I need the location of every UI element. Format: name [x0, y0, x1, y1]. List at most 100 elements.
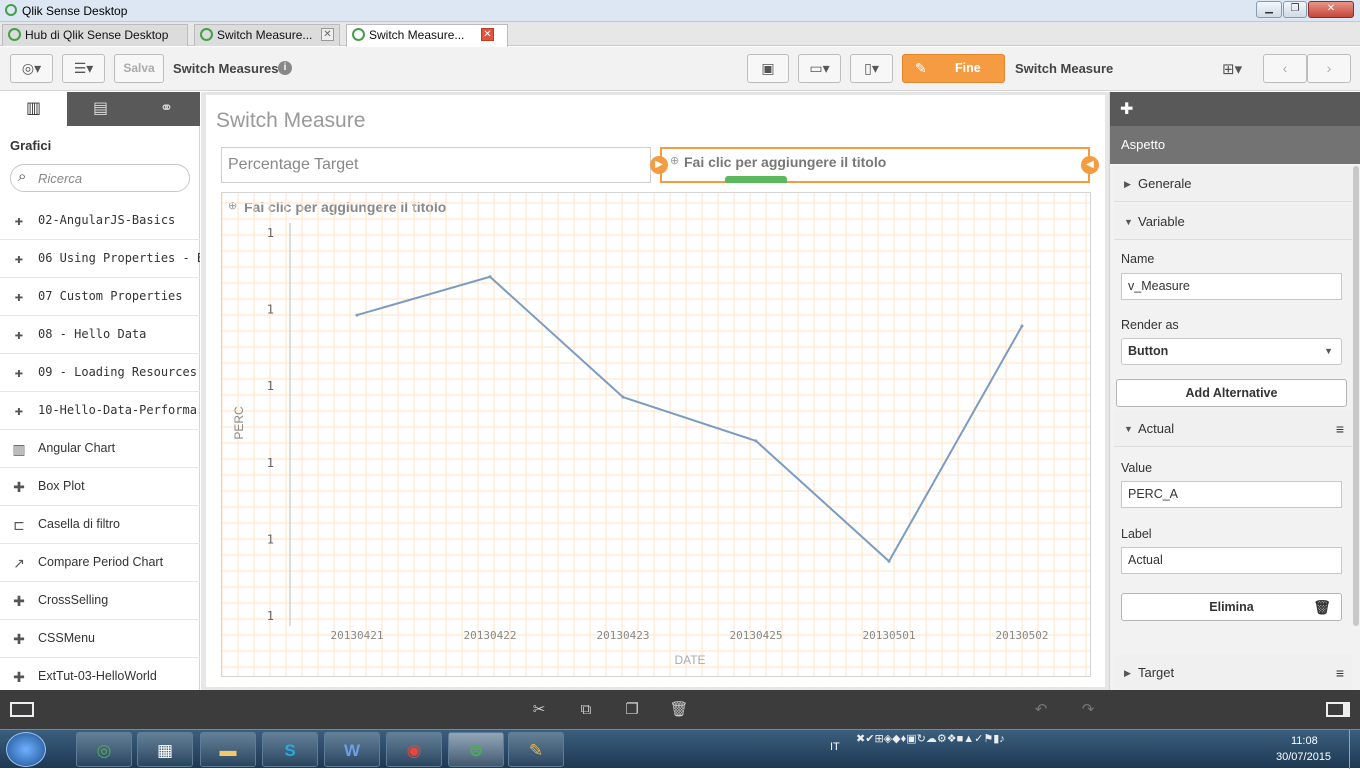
bookmarks-button[interactable]: ▯▾	[850, 54, 893, 83]
tab-fields[interactable]: ▤	[67, 92, 134, 126]
taskbar-media[interactable]: ▦	[137, 732, 193, 767]
tab-switch-measure-1[interactable]: Switch Measure... ✕	[194, 24, 340, 46]
start-button[interactable]	[6, 732, 46, 767]
minimize-button[interactable]: ▁	[1256, 1, 1282, 18]
data-point[interactable]	[488, 275, 492, 279]
object-title-placeholder[interactable]: Fai clic per aggiungere il titolo	[684, 154, 886, 170]
data-point[interactable]	[887, 559, 891, 563]
data-point[interactable]	[355, 313, 359, 317]
toggle-panel-right-icon[interactable]	[1326, 702, 1350, 717]
previous-sheet-button[interactable]: ‹	[1263, 54, 1307, 83]
cloud-icon[interactable]: ☁	[926, 733, 937, 745]
snapshot-button[interactable]: ▣	[747, 54, 789, 83]
volume-icon[interactable]: ♪	[999, 733, 1005, 745]
resize-handle-right-icon[interactable]: ◀	[1081, 156, 1099, 174]
line-chart-object[interactable]: ⊕ Fai clic per aggiungere il titolo 1111…	[221, 192, 1091, 677]
tab-master-items[interactable]: ⚭	[133, 92, 200, 126]
chart-list-item[interactable]: ▥ Angular Chart	[0, 430, 200, 468]
section-target[interactable]: ▶ Target ≡	[1114, 655, 1352, 691]
section-variable[interactable]: ▼ Variable	[1114, 204, 1352, 240]
tab-charts[interactable]: ▥	[0, 92, 67, 126]
chart-list-item[interactable]: ↗ Compare Period Chart	[0, 544, 200, 582]
taskbar-qlik-active[interactable]: ⊜	[448, 732, 504, 767]
show-desktop-button[interactable]	[1349, 730, 1360, 769]
maximize-button[interactable]: ❐	[1283, 1, 1307, 18]
taskbar-word[interactable]: W	[324, 732, 380, 767]
selected-extension-object[interactable]: ▶ ◀ ⊕ Fai clic per aggiungere il titolo	[650, 147, 1099, 183]
chart-list-item[interactable]: ✚ 06 Using Properties - Ba...	[0, 240, 200, 278]
taskbar-skype[interactable]: S	[262, 732, 318, 767]
add-alternative-button[interactable]: Add Alternative	[1116, 379, 1347, 407]
settings-icon[interactable]: ⚙	[937, 733, 947, 745]
chart-list-item[interactable]: ✚ CSSMenu	[0, 620, 200, 658]
search-input[interactable]: ⌕ Ricerca	[10, 164, 190, 192]
cut-icon[interactable]: ✂	[529, 700, 549, 720]
storytelling-button[interactable]: ▭▾	[798, 54, 841, 83]
save-button[interactable]: Salva	[114, 54, 164, 83]
taskbar-paint[interactable]: ✎	[508, 732, 564, 767]
qlik-icon	[352, 28, 365, 41]
section-actual[interactable]: ▼ Actual ≡	[1114, 411, 1352, 447]
chart-list-item[interactable]: ✚ 10-Hello-Data-Performa...	[0, 392, 200, 430]
next-sheet-button[interactable]: ›	[1307, 54, 1351, 83]
sheet-navigator-icon[interactable]: ⊞▾	[1222, 60, 1242, 78]
network-icon[interactable]: ◈	[884, 733, 892, 745]
switch-button-preview[interactable]	[725, 176, 787, 183]
close-tab-icon[interactable]: ✕	[321, 28, 334, 41]
monitor-icon[interactable]: ▣	[906, 733, 916, 745]
drive-icon[interactable]: ▲	[963, 733, 974, 745]
drag-handle-icon[interactable]: ≡	[1336, 411, 1344, 447]
windows-icon[interactable]: ⊞	[874, 733, 883, 745]
copy-icon[interactable]: ⧉	[576, 700, 596, 720]
app-icon[interactable]: ◆	[892, 733, 900, 745]
data-point[interactable]	[754, 439, 758, 443]
qlik-icon	[8, 28, 21, 41]
render-as-select[interactable]: Button ▼	[1121, 338, 1342, 365]
redo-icon[interactable]: ↷	[1078, 700, 1098, 720]
paste-icon[interactable]: ❐	[622, 700, 642, 720]
sheet-title[interactable]: Switch Measure	[216, 109, 365, 133]
scrollbar[interactable]	[1353, 166, 1359, 626]
taskbar-qlik[interactable]: ◎	[76, 732, 132, 767]
resize-handle-left-icon[interactable]: ▶	[650, 156, 668, 174]
clock-time[interactable]: 11:08	[1291, 735, 1318, 747]
chart-list-item[interactable]: ✚ 02-AngularJS-Basics	[0, 202, 200, 240]
section-generale[interactable]: ▶ Generale	[1114, 166, 1352, 202]
y-tick-label: 1	[267, 532, 274, 546]
menu-button[interactable]: ☰▾	[62, 54, 105, 83]
tab-switch-measure-2[interactable]: Switch Measure... ✕	[346, 24, 508, 47]
chart-list-item[interactable]: ✚ CrossSelling	[0, 582, 200, 620]
flag-icon[interactable]: ⚑	[983, 733, 993, 745]
sync-icon[interactable]: ↻	[917, 733, 926, 745]
kpi-object[interactable]: Percentage Target	[221, 147, 651, 183]
toggle-panel-left-icon[interactable]	[10, 702, 34, 717]
info-icon[interactable]: i	[278, 61, 292, 75]
chart-list-item-label: 08 - Hello Data	[38, 327, 147, 341]
label-input[interactable]: Actual	[1121, 547, 1342, 574]
chart-list-item[interactable]: ✚ 09 - Loading Resources	[0, 354, 200, 392]
done-edit-button[interactable]: ✎ Fine	[902, 54, 1005, 83]
name-input[interactable]: v_Measure	[1121, 273, 1342, 300]
check-icon[interactable]: ✓	[974, 733, 983, 745]
value-input[interactable]: PERC_A	[1121, 481, 1342, 508]
navigation-button[interactable]: ◎▾	[10, 54, 53, 83]
antivirus-icon[interactable]: ✖	[856, 733, 865, 745]
clock-date[interactable]: 30/07/2015	[1276, 751, 1331, 763]
data-point[interactable]	[1020, 324, 1024, 328]
drag-handle-icon[interactable]: ≡	[1336, 655, 1344, 691]
chart-list-item[interactable]: ⊏ Casella di filtro	[0, 506, 200, 544]
chart-list-item[interactable]: ✚ Box Plot	[0, 468, 200, 506]
undo-icon[interactable]: ↶	[1031, 700, 1051, 720]
chart-list-item[interactable]: ✚ 08 - Hello Data	[0, 316, 200, 354]
delete-icon[interactable]: 🗑	[669, 700, 689, 720]
taskbar-chrome[interactable]: ◉	[386, 732, 442, 767]
close-tab-icon[interactable]: ✕	[481, 28, 494, 41]
tab-hub[interactable]: Hub di Qlik Sense Desktop	[2, 24, 188, 46]
data-point[interactable]	[621, 395, 625, 399]
dropbox-icon[interactable]: ❖	[947, 733, 957, 745]
chart-list-item[interactable]: ✚ 07 Custom Properties	[0, 278, 200, 316]
taskbar-explorer[interactable]: ▬	[200, 732, 256, 767]
language-indicator[interactable]: IT	[830, 741, 840, 753]
close-window-button[interactable]: ✕	[1308, 1, 1354, 18]
delete-button[interactable]: Elimina 🗑	[1121, 593, 1342, 621]
